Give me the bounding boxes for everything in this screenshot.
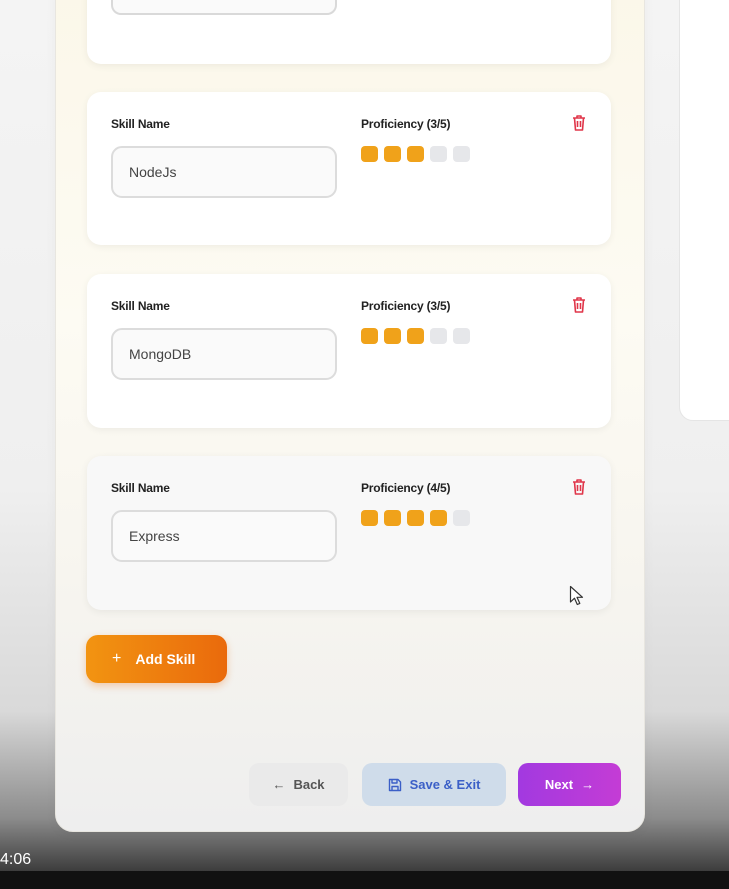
trash-icon[interactable] <box>571 477 587 497</box>
proficiency-label: Proficiency (4/5) <box>361 481 451 495</box>
skill-name-input[interactable]: MongoDB <box>111 328 337 380</box>
proficiency-dot[interactable] <box>361 510 378 526</box>
back-button[interactable]: ← Back <box>249 763 348 806</box>
skill-name-label: Skill Name <box>111 117 170 131</box>
proficiency-dot[interactable] <box>361 146 378 162</box>
proficiency-dot[interactable] <box>384 328 401 344</box>
proficiency-dot[interactable] <box>407 510 424 526</box>
video-control-bar <box>0 871 729 889</box>
skill-name-label: Skill Name <box>111 299 170 313</box>
save-exit-button[interactable]: Save & Exit <box>362 763 506 806</box>
proficiency-dot[interactable] <box>384 146 401 162</box>
add-skill-label: Add Skill <box>135 651 196 667</box>
proficiency-rating[interactable] <box>361 510 470 526</box>
skill-card: Skill Name Proficiency (4/5) Express <box>87 456 611 610</box>
arrow-left-icon: ← <box>272 777 286 792</box>
proficiency-dot[interactable] <box>407 146 424 162</box>
proficiency-dot[interactable] <box>453 146 470 162</box>
proficiency-dot[interactable] <box>453 510 470 526</box>
preview-card <box>679 0 729 421</box>
save-exit-label: Save & Exit <box>409 777 481 792</box>
trash-icon[interactable] <box>571 295 587 315</box>
next-label: Next <box>544 777 574 792</box>
floppy-disk-icon <box>388 778 401 791</box>
skill-card-partial <box>87 0 611 64</box>
proficiency-dot[interactable] <box>430 510 447 526</box>
skill-card: Skill Name Proficiency (3/5) NodeJs <box>87 92 611 245</box>
arrow-right-icon: → <box>581 777 595 792</box>
skill-name-input[interactable]: Express <box>111 510 337 562</box>
proficiency-dot[interactable] <box>430 328 447 344</box>
video-timestamp: 4:06 <box>0 851 32 868</box>
skill-name-input[interactable]: NodeJs <box>111 146 337 198</box>
trash-icon[interactable] <box>571 113 587 133</box>
skill-name-label: Skill Name <box>111 481 170 495</box>
back-label: Back <box>293 777 325 792</box>
add-skill-button[interactable]: + Add Skill <box>86 635 227 683</box>
proficiency-rating[interactable] <box>361 328 470 344</box>
skill-name-input-partial[interactable] <box>111 0 337 15</box>
next-button[interactable]: Next → <box>518 763 621 806</box>
proficiency-dot[interactable] <box>407 328 424 344</box>
proficiency-label: Proficiency (3/5) <box>361 299 451 313</box>
mouse-cursor-icon <box>569 585 584 606</box>
proficiency-dot[interactable] <box>384 510 401 526</box>
proficiency-rating[interactable] <box>361 146 470 162</box>
plus-icon: + <box>112 650 122 667</box>
proficiency-dot[interactable] <box>430 146 447 162</box>
proficiency-label: Proficiency (3/5) <box>361 117 451 131</box>
proficiency-dot[interactable] <box>453 328 470 344</box>
skill-card: Skill Name Proficiency (3/5) MongoDB <box>87 274 611 428</box>
proficiency-dot[interactable] <box>361 328 378 344</box>
